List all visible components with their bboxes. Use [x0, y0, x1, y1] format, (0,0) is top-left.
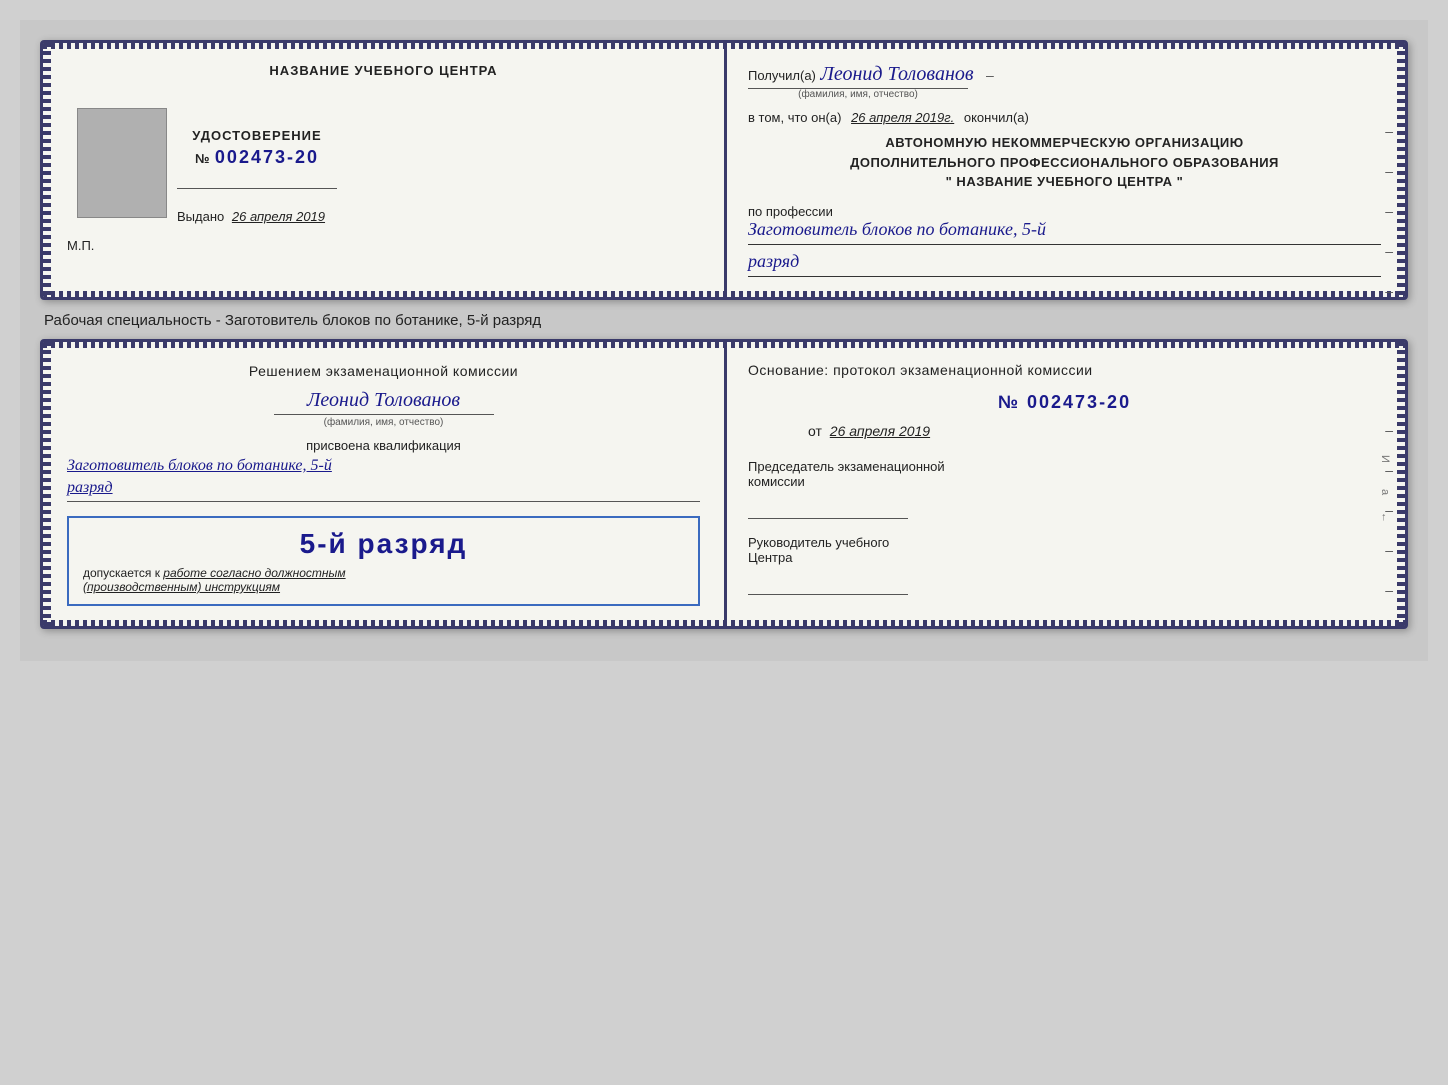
vertical-text-И: И: [1379, 455, 1391, 464]
recipient-prefix: Получил(а): [748, 68, 816, 83]
card2-right-panel: Основание: протокол экзаменационной коми…: [724, 342, 1405, 627]
stamp-italic: работе согласно должностным: [163, 566, 345, 580]
org-block: АВТОНОМНУЮ НЕКОММЕРЧЕСКУЮ ОРГАНИЗАЦИЮ ДО…: [748, 133, 1381, 192]
issued-line: Выдано 26 апреля 2019: [177, 209, 337, 224]
protocol-prefix: №: [998, 392, 1020, 412]
card1-left-panel: НАЗВАНИЕ УЧЕБНОГО ЦЕНТРА УДОСТОВЕРЕНИЕ №…: [43, 43, 724, 297]
dash-decorations-5: –: [1385, 283, 1393, 299]
decision-title: Решением экзаменационной комиссии: [67, 362, 700, 382]
chairman-label: Председатель экзаменационной: [748, 459, 1381, 474]
verified-line: в том, что он(а) 26 апреля 2019г. окончи…: [748, 110, 1381, 125]
rank-block: разряд: [67, 479, 700, 502]
verified-date: 26 апреля 2019г.: [851, 110, 954, 125]
dash2-1: –: [1385, 422, 1393, 438]
stamp-box: 5-й разряд допускается к работе согласно…: [67, 516, 700, 606]
document-card-2: Решением экзаменационной комиссии Леонид…: [40, 339, 1408, 630]
photo-placeholder: [77, 108, 167, 218]
recipient-block: Получил(а) Леонид Толованов – (фамилия, …: [748, 63, 1381, 100]
chairman-label2: комиссии: [748, 474, 1381, 489]
protocol-number: № 002473-20: [748, 392, 1381, 413]
stamp-prefix: допускается к: [83, 566, 160, 580]
chairman-signature-line: [748, 495, 908, 519]
head-label2: Центра: [748, 550, 1381, 565]
dash-decorations-3: –: [1385, 203, 1393, 219]
qualification-name: Заготовитель блоков по ботанике, 5-й: [67, 457, 700, 475]
protocol-number-value: 002473-20: [1027, 392, 1131, 412]
recipient-subtext: (фамилия, имя, отчество): [748, 88, 968, 100]
rank-text: разряд: [748, 251, 1381, 277]
verified-suffix: окончил(а): [964, 110, 1029, 125]
card1-title: НАЗВАНИЕ УЧЕБНОГО ЦЕНТРА: [67, 63, 700, 78]
verified-prefix: в том, что он(а): [748, 110, 841, 125]
date-prefix: от: [808, 423, 822, 439]
cert-number: 002473-20: [215, 147, 319, 167]
cert-label: УДОСТОВЕРЕНИЕ: [177, 128, 337, 143]
basis-title: Основание: протокол экзаменационной коми…: [748, 362, 1381, 378]
document-card-1: НАЗВАНИЕ УЧЕБНОГО ЦЕНТРА УДОСТОВЕРЕНИЕ №…: [40, 40, 1408, 300]
org-line3: " НАЗВАНИЕ УЧЕБНОГО ЦЕНТРА ": [748, 172, 1381, 192]
specialty-label: Рабочая специальность - Заготовитель бло…: [40, 312, 1408, 329]
stamp-rank: 5-й разряд: [83, 528, 684, 560]
issued-date: 26 апреля 2019: [232, 209, 325, 224]
dash-decorations-1: –: [1385, 123, 1393, 139]
decision-subtext: (фамилия, имя, отчество): [274, 417, 494, 428]
stamp-italic2: (производственным) инструкциям: [83, 580, 280, 594]
card1-right-panel: Получил(а) Леонид Толованов – (фамилия, …: [724, 43, 1405, 297]
dash-decorations-4: –: [1385, 243, 1393, 259]
card2-left-panel: Решением экзаменационной комиссии Леонид…: [43, 342, 724, 627]
org-line2: ДОПОЛНИТЕЛЬНОГО ПРОФЕССИОНАЛЬНОГО ОБРАЗО…: [748, 153, 1381, 173]
date-line: от 26 апреля 2019: [808, 423, 1381, 439]
chairman-block: Председатель экзаменационной комиссии: [748, 459, 1381, 519]
org-line1: АВТОНОМНУЮ НЕКОММЕРЧЕСКУЮ ОРГАНИЗАЦИЮ: [748, 133, 1381, 153]
profession-label: по профессии: [748, 204, 1381, 219]
dash2-6: –: [1385, 622, 1393, 630]
cert-number-prefix: №: [195, 151, 211, 166]
dash2-4: –: [1385, 542, 1393, 558]
mp-label: М.П.: [67, 238, 700, 253]
dash-decorations-2: –: [1385, 163, 1393, 179]
recipient-name: Леонид Толованов: [820, 63, 973, 85]
cert-number-block: УДОСТОВЕРЕНИЕ № 002473-20: [177, 128, 337, 168]
vertical-text-arrow: ←: [1379, 512, 1391, 524]
stamp-description: допускается к работе согласно должностны…: [83, 566, 684, 594]
issued-label: Выдано: [177, 209, 224, 224]
page-wrapper: НАЗВАНИЕ УЧЕБНОГО ЦЕНТРА УДОСТОВЕРЕНИЕ №…: [20, 20, 1428, 661]
head-label: Руководитель учебного: [748, 535, 1381, 550]
head-signature-line: [748, 571, 908, 595]
profession-name: Заготовитель блоков по ботанике, 5-й: [748, 219, 1381, 245]
date-value: 26 апреля 2019: [830, 423, 930, 439]
head-block: Руководитель учебного Центра: [748, 535, 1381, 595]
dash2-5: –: [1385, 582, 1393, 598]
vertical-text-а: а: [1379, 489, 1391, 496]
qualification-label: присвоена квалификация: [67, 438, 700, 453]
decision-name: Леонид Толованов: [274, 389, 494, 415]
